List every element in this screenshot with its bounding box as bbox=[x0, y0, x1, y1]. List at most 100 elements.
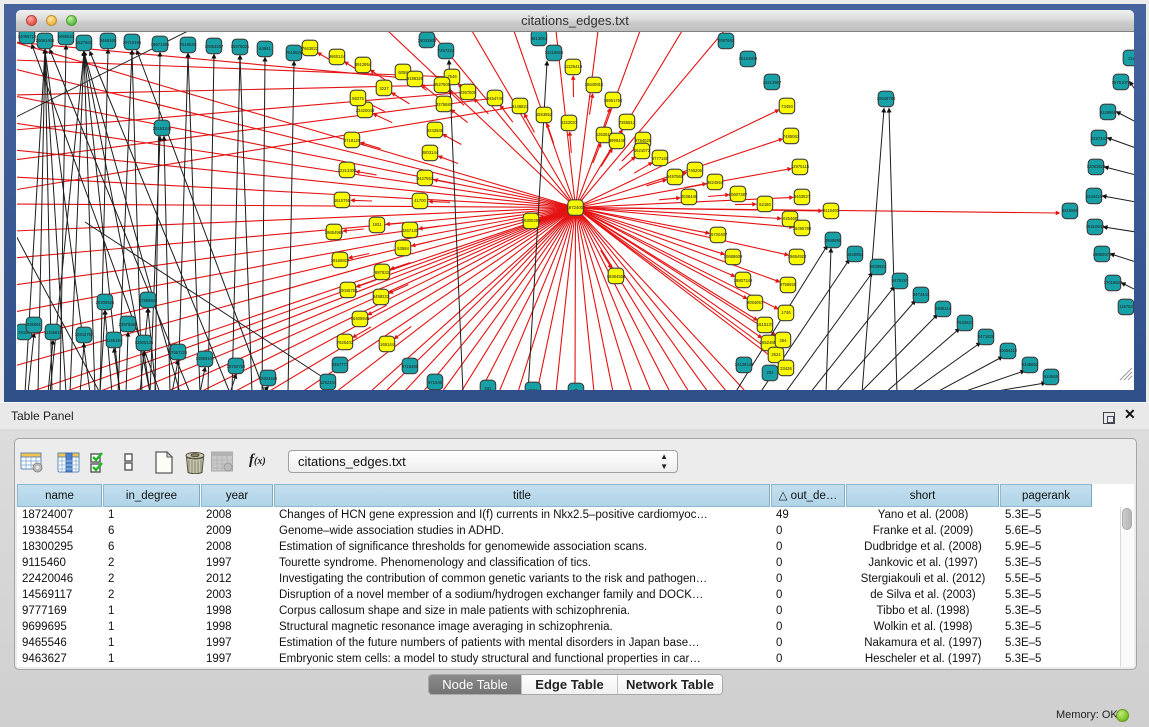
svg-text:19384554: 19384554 bbox=[607, 274, 626, 279]
svg-text:12213967: 12213967 bbox=[763, 80, 782, 85]
svg-text:9245652: 9245652 bbox=[1022, 362, 1039, 367]
svg-text:73493: 73493 bbox=[781, 104, 793, 109]
svg-text:20206526: 20206526 bbox=[96, 300, 115, 305]
svg-text:2935114: 2935114 bbox=[935, 306, 952, 311]
svg-text:887833: 887833 bbox=[375, 270, 390, 275]
svg-text:116753: 116753 bbox=[1119, 304, 1133, 309]
svg-text:18724007: 18724007 bbox=[567, 205, 586, 210]
svg-text:8454749: 8454749 bbox=[487, 96, 504, 101]
svg-text:10958107: 10958107 bbox=[196, 356, 215, 361]
svg-text:17359924: 17359924 bbox=[139, 298, 158, 303]
svg-text:6497568: 6497568 bbox=[667, 174, 684, 179]
svg-text:10046758: 10046758 bbox=[339, 288, 358, 293]
svg-text:12213303: 12213303 bbox=[338, 168, 357, 173]
svg-text:62160: 62160 bbox=[759, 202, 771, 207]
svg-text:12942757: 12942757 bbox=[75, 332, 94, 337]
svg-text:10853267: 10853267 bbox=[205, 44, 224, 49]
svg-text:11156819: 11156819 bbox=[44, 330, 63, 335]
svg-text:10688609: 10688609 bbox=[724, 254, 743, 259]
svg-text:18807249: 18807249 bbox=[734, 278, 753, 283]
svg-text:025468: 025468 bbox=[783, 216, 798, 221]
svg-text:3375685: 3375685 bbox=[436, 102, 453, 107]
svg-text:15751074: 15751074 bbox=[1112, 80, 1131, 85]
svg-text:9716485: 9716485 bbox=[402, 364, 419, 369]
svg-text:9084067: 9084067 bbox=[747, 300, 764, 305]
svg-text:9756928: 9756928 bbox=[780, 282, 797, 287]
svg-text:7485063: 7485063 bbox=[783, 134, 800, 139]
svg-text:1621072: 1621072 bbox=[634, 148, 651, 153]
svg-text:9242848: 9242848 bbox=[427, 128, 444, 133]
svg-text:9457771: 9457771 bbox=[332, 362, 349, 367]
svg-text:6466160: 6466160 bbox=[100, 38, 117, 43]
svg-text:19654923: 19654923 bbox=[788, 254, 807, 259]
svg-text:7625402: 7625402 bbox=[337, 340, 354, 345]
svg-text:924565: 924565 bbox=[1044, 374, 1059, 379]
svg-text:10607487: 10607487 bbox=[729, 192, 748, 197]
svg-text:14136141: 14136141 bbox=[735, 362, 754, 367]
svg-text:1553852: 1553852 bbox=[536, 112, 553, 117]
svg-text:15640910: 15640910 bbox=[585, 82, 604, 87]
svg-text:16210643: 16210643 bbox=[1086, 224, 1105, 229]
svg-text:2367608: 2367608 bbox=[460, 90, 477, 95]
svg-text:10654112: 10654112 bbox=[999, 348, 1018, 353]
svg-text:8186328: 8186328 bbox=[407, 76, 424, 81]
svg-text:17957225: 17957225 bbox=[169, 350, 188, 355]
svg-text:254: 254 bbox=[780, 338, 788, 343]
svg-text:8215955: 8215955 bbox=[1062, 208, 1079, 213]
svg-text:9990448: 9990448 bbox=[609, 138, 626, 143]
svg-text:9860124: 9860124 bbox=[329, 54, 346, 59]
svg-text:8498222: 8498222 bbox=[373, 294, 390, 299]
svg-text:9115460: 9115460 bbox=[823, 208, 840, 213]
svg-text:0699695: 0699695 bbox=[825, 238, 842, 243]
svg-text:8813054: 8813054 bbox=[531, 36, 548, 41]
svg-text:41700: 41700 bbox=[414, 198, 426, 203]
svg-text:8471626: 8471626 bbox=[978, 334, 995, 339]
svg-text:9474444: 9474444 bbox=[913, 292, 930, 297]
svg-text:19166827: 19166827 bbox=[331, 258, 350, 263]
svg-text:746206: 746206 bbox=[688, 168, 703, 173]
svg-text:1746: 1746 bbox=[781, 310, 791, 315]
svg-text:9146821: 9146821 bbox=[512, 104, 529, 109]
svg-text:2803144: 2803144 bbox=[422, 150, 439, 155]
svg-text:2521: 2521 bbox=[771, 352, 781, 357]
svg-text:3624554: 3624554 bbox=[707, 180, 724, 185]
svg-text:64661: 64661 bbox=[259, 46, 271, 51]
svg-text:9527508: 9527508 bbox=[434, 82, 451, 87]
svg-text:15409948: 15409948 bbox=[351, 316, 370, 321]
svg-text:10648784: 10648784 bbox=[877, 96, 896, 101]
svg-text:1244415: 1244415 bbox=[1086, 194, 1103, 199]
svg-text:1145194: 1145194 bbox=[106, 338, 123, 343]
svg-text:1640954: 1640954 bbox=[847, 252, 864, 257]
svg-text:16154808: 16154808 bbox=[739, 56, 758, 61]
svg-text:7515526: 7515526 bbox=[286, 50, 303, 55]
svg-text:14055712: 14055712 bbox=[18, 34, 37, 39]
svg-text:12093822: 12093822 bbox=[1087, 164, 1106, 169]
svg-text:85: 85 bbox=[574, 388, 579, 390]
svg-text:8912954: 8912954 bbox=[355, 62, 372, 67]
svg-text:7632621: 7632621 bbox=[957, 320, 974, 325]
svg-text:6479197: 6479197 bbox=[892, 278, 909, 283]
svg-text:33426: 33426 bbox=[780, 366, 792, 371]
svg-text:7355812: 7355812 bbox=[619, 120, 636, 125]
svg-text:17016504: 17016504 bbox=[1104, 280, 1123, 285]
svg-text:1610755: 1610755 bbox=[334, 198, 351, 203]
svg-text:20691406: 20691406 bbox=[36, 38, 55, 43]
svg-text:3227: 3227 bbox=[379, 86, 389, 91]
svg-text:3427552: 3427552 bbox=[417, 176, 434, 181]
svg-text:3267130: 3267130 bbox=[402, 228, 419, 233]
svg-text:1527602: 1527602 bbox=[76, 40, 93, 45]
svg-text:9463627: 9463627 bbox=[794, 194, 811, 199]
svg-text:252: 252 bbox=[767, 370, 775, 375]
svg-text:531: 531 bbox=[485, 386, 493, 390]
svg-text:16782759: 16782759 bbox=[227, 364, 246, 369]
svg-text:835061: 835061 bbox=[27, 322, 42, 327]
svg-text:16033809: 16033809 bbox=[418, 38, 437, 43]
svg-text:169144: 169144 bbox=[380, 342, 395, 347]
svg-text:19654985: 19654985 bbox=[325, 230, 344, 235]
svg-text:6322037: 6322037 bbox=[561, 120, 578, 125]
svg-text:12975115: 12975115 bbox=[791, 164, 810, 169]
svg-text:1931: 1931 bbox=[372, 222, 382, 227]
svg-text:15276021: 15276021 bbox=[231, 44, 250, 49]
svg-text:23420046: 23420046 bbox=[356, 108, 375, 113]
svg-text:16961758: 16961758 bbox=[604, 98, 623, 103]
